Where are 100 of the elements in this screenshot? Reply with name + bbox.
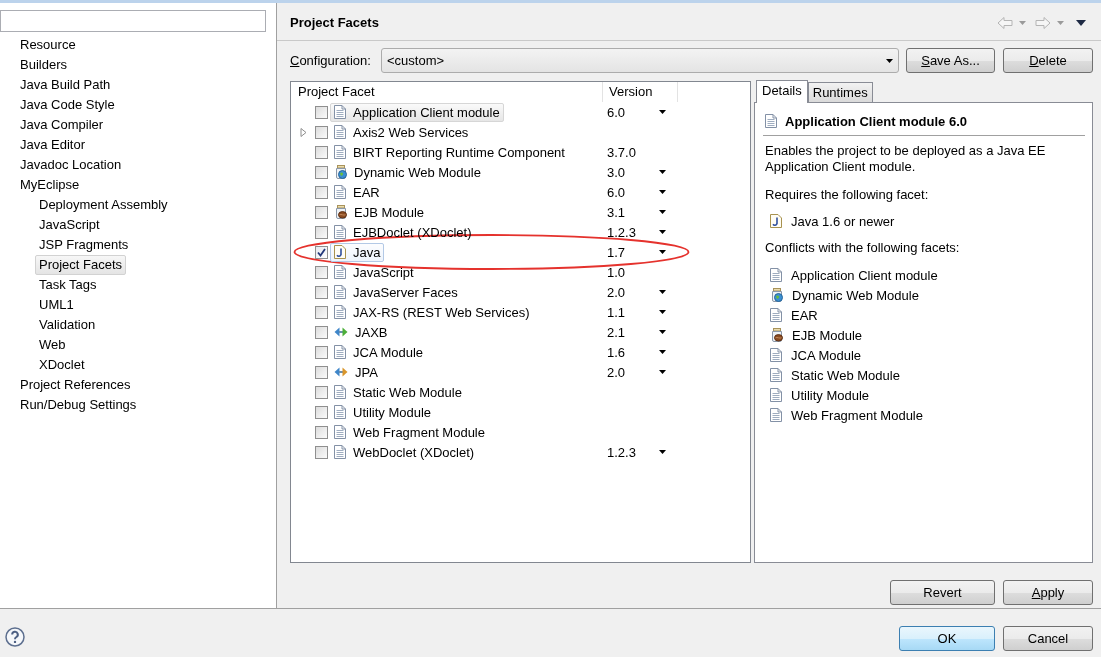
- caret-icon[interactable]: [659, 210, 666, 214]
- caret-icon[interactable]: [659, 350, 666, 354]
- document-icon: [334, 385, 346, 399]
- facet-description: Enables the project to be deployed as a Java EE Application Client module.: [765, 143, 1047, 175]
- document-icon: [334, 225, 346, 239]
- facet-item[interactable]: Dynamic Web Module: [330, 162, 485, 182]
- checkbox[interactable]: [315, 325, 328, 339]
- version-label: 6.0: [607, 184, 626, 200]
- tree-item[interactable]: JSP Fragments: [35, 235, 133, 255]
- facet-item[interactable]: JCA Module: [330, 342, 428, 362]
- configuration-dropdown[interactable]: <custom>: [381, 48, 899, 73]
- conflicting-facet: JCA Module: [791, 347, 862, 363]
- cancel-button[interactable]: Cancel: [1003, 626, 1093, 651]
- version-label: 2.1: [607, 324, 626, 340]
- caret-icon[interactable]: [659, 190, 666, 194]
- checkbox[interactable]: [315, 185, 328, 199]
- facet-item[interactable]: Static Web Module: [330, 382, 466, 402]
- facet-item[interactable]: Web Fragment Module: [330, 422, 489, 442]
- version-label: 1.7: [607, 244, 626, 260]
- tree-item[interactable]: Task Tags: [35, 275, 101, 295]
- filter-field[interactable]: [0, 10, 266, 32]
- tree-item[interactable]: Java Code Style: [16, 95, 119, 115]
- checkbox[interactable]: [315, 405, 328, 419]
- caret-icon[interactable]: [659, 330, 666, 334]
- tree-item[interactable]: Javadoc Location: [16, 155, 126, 175]
- document-icon: [334, 265, 346, 279]
- checkbox[interactable]: [315, 145, 328, 159]
- help-icon[interactable]: [5, 627, 25, 647]
- facet-item[interactable]: Application Client module: [330, 102, 504, 122]
- tab[interactable]: Details: [756, 80, 808, 103]
- configuration-button[interactable]: Save As...: [906, 48, 995, 73]
- column-header[interactable]: Version: [603, 82, 678, 102]
- tree-item[interactable]: Builders: [16, 55, 71, 75]
- caret-icon[interactable]: [659, 450, 666, 454]
- checkbox[interactable]: [315, 245, 328, 259]
- facet-item[interactable]: JavaScript: [330, 262, 418, 282]
- checkbox[interactable]: [315, 285, 328, 299]
- checkbox[interactable]: [315, 205, 328, 219]
- ok-button[interactable]: OK: [899, 626, 995, 651]
- document-icon: [334, 345, 346, 359]
- version-label: 6.0: [607, 104, 626, 120]
- checkbox[interactable]: [315, 165, 328, 179]
- apply-button[interactable]: Apply: [1003, 580, 1093, 605]
- tree-item[interactable]: Web: [35, 335, 70, 355]
- facet-item[interactable]: JAX-RS (REST Web Services): [330, 302, 534, 322]
- tree-item[interactable]: Java Compiler: [16, 115, 108, 135]
- version-label: 2.0: [607, 364, 626, 380]
- revert-button[interactable]: Revert: [890, 580, 995, 605]
- checkbox[interactable]: [315, 265, 328, 279]
- tree-item[interactable]: Resource: [16, 35, 80, 55]
- expand-arrow-icon[interactable]: [300, 127, 307, 137]
- tree-item[interactable]: MyEclipse: [16, 175, 84, 195]
- checkbox[interactable]: [315, 345, 328, 359]
- caret-icon[interactable]: [659, 250, 666, 254]
- tree-item[interactable]: JavaScript: [35, 215, 104, 235]
- checkbox[interactable]: [315, 225, 328, 239]
- tree-item[interactable]: Java Editor: [16, 135, 90, 155]
- tree-item[interactable]: Run/Debug Settings: [16, 395, 141, 415]
- facet-item[interactable]: Utility Module: [330, 402, 436, 422]
- tree-item[interactable]: Validation: [35, 315, 100, 335]
- tree-item[interactable]: UML1: [35, 295, 78, 315]
- tree-item[interactable]: XDoclet: [35, 355, 89, 375]
- checkbox[interactable]: [315, 445, 328, 459]
- document-icon: [334, 145, 346, 159]
- facet-item[interactable]: JAXB: [330, 322, 392, 342]
- facet-item[interactable]: BIRT Reporting Runtime Component: [330, 142, 569, 162]
- facet-item[interactable]: EAR: [330, 182, 384, 202]
- caret-icon[interactable]: [1076, 19, 1086, 26]
- facet-item[interactable]: WebDoclet (XDoclet): [330, 442, 479, 462]
- checkbox[interactable]: [315, 105, 328, 119]
- tree-item[interactable]: Deployment Assembly: [35, 195, 172, 215]
- jar-globe-icon: [770, 288, 783, 302]
- version-label: 2.0: [607, 284, 626, 300]
- version-label: 3.7.0: [607, 144, 636, 160]
- caret-icon[interactable]: [659, 110, 666, 114]
- caret-icon[interactable]: [659, 310, 666, 314]
- facet-item[interactable]: EJB Module: [330, 202, 429, 222]
- facet-item[interactable]: Axis2 Web Services: [330, 122, 473, 142]
- tree-item[interactable]: Project References: [16, 375, 135, 395]
- caret-icon[interactable]: [659, 370, 666, 374]
- document-icon: [770, 388, 782, 402]
- caret-icon[interactable]: [659, 290, 666, 294]
- caret-icon[interactable]: [659, 170, 666, 174]
- facet-item[interactable]: JPA: [330, 362, 382, 382]
- column-header[interactable]: Project Facet: [291, 82, 603, 102]
- version-label: 1.2.3: [607, 444, 636, 460]
- checkbox[interactable]: [315, 385, 328, 399]
- checkbox[interactable]: [315, 365, 328, 379]
- facet-item[interactable]: JavaServer Faces: [330, 282, 462, 302]
- checkbox[interactable]: [315, 125, 328, 139]
- document-icon: [334, 425, 346, 439]
- configuration-button[interactable]: Delete: [1003, 48, 1093, 73]
- tab[interactable]: Runtimes: [807, 82, 873, 102]
- caret-icon[interactable]: [659, 230, 666, 234]
- tree-item[interactable]: Java Build Path: [16, 75, 115, 95]
- checkbox[interactable]: [315, 425, 328, 439]
- tree-item[interactable]: Project Facets: [35, 255, 127, 275]
- checkbox[interactable]: [315, 305, 328, 319]
- version-label: 1.2.3: [607, 224, 636, 240]
- facet-item[interactable]: Java: [330, 242, 385, 262]
